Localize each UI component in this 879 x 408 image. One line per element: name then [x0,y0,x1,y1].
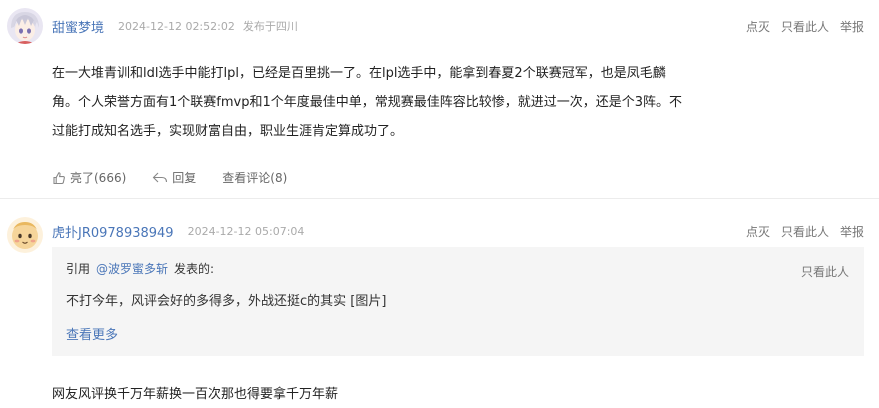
post-ops: 点灭 只看此人 举报 [746,16,864,36]
dislike-button[interactable]: 点灭 [746,223,770,240]
dislike-button[interactable]: 点灭 [746,18,770,35]
avatar[interactable] [7,217,43,253]
like-label: 亮了(666) [70,171,127,185]
reply-arrow-icon [152,171,168,185]
quote-text: 不打今年，风评会好的多得多，外战还挺c的其实 [图片] [66,294,387,309]
reply-button[interactable]: 回复 [152,169,196,186]
quote-block: 引用 @波罗蜜多斩 发表的: 只看此人 不打今年，风评会好的多得多，外战还挺c的… [52,247,864,356]
post-actions: 亮了(666) 回复 查看评论(8) [52,169,287,186]
content-line: 在一大堆青训和ldl选手中能打lpl，已经是百里挑一了。在lpl选手中，能拿到春… [52,66,666,81]
view-comments-label: 查看评论(8) [222,171,288,185]
post-1: 甜蜜梦境 2024-12-12 02:52:02 发布于四川 点灭 只看此人 举… [0,0,879,199]
reply-content: 网友风评换千万年薪换一百次那也得要拿千万年薪 [52,387,339,402]
timestamp: 2024-12-12 05:07:04 [187,224,305,238]
username[interactable]: 甜蜜梦境 [52,17,104,36]
quote-prefix: 引用 [66,262,91,276]
quote-header: 引用 @波罗蜜多斩 发表的: [66,260,214,277]
timestamp: 2024-12-12 02:52:02 [118,19,235,33]
reply-label: 回复 [172,171,197,185]
post-header: 甜蜜梦境 2024-12-12 02:52:02 发布于四川 [52,16,298,36]
thumb-up-icon [52,171,66,185]
content-line: 角。个人荣誉方面有1个联赛fmvp和1个年度最佳中单，常规赛最佳阵容比较惨，就进… [52,95,682,110]
location: 发布于四川 [242,20,298,33]
quoted-user-link[interactable]: @波罗蜜多斩 [96,260,168,277]
post-content: 在一大堆青训和ldl选手中能打lpl，已经是百里挑一了。在lpl选手中，能拿到春… [52,59,732,146]
report-button[interactable]: 举报 [840,223,864,240]
content-line: 过能打成知名选手，实现财富自由，职业生涯肯定算成功了。 [52,124,404,139]
quote-view-more-link[interactable]: 查看更多 [66,324,118,343]
only-this-user-button[interactable]: 只看此人 [781,18,829,35]
quote-suffix: 发表的: [174,262,215,276]
post-ops: 点灭 只看此人 举报 [746,221,864,241]
only-this-user-button[interactable]: 只看此人 [781,223,829,240]
view-comments-button[interactable]: 查看评论(8) [222,169,287,186]
post-header: 虎扑JR0978938949 2024-12-12 05:07:04 [52,221,304,241]
quote-only-this-user-button[interactable]: 只看此人 [801,263,849,280]
avatar[interactable] [7,8,43,44]
report-button[interactable]: 举报 [840,18,864,35]
like-button[interactable]: 亮了(666) [52,169,126,186]
username[interactable]: 虎扑JR0978938949 [52,222,174,241]
post-2: 虎扑JR0978938949 2024-12-12 05:07:04 点灭 只看… [0,200,879,408]
